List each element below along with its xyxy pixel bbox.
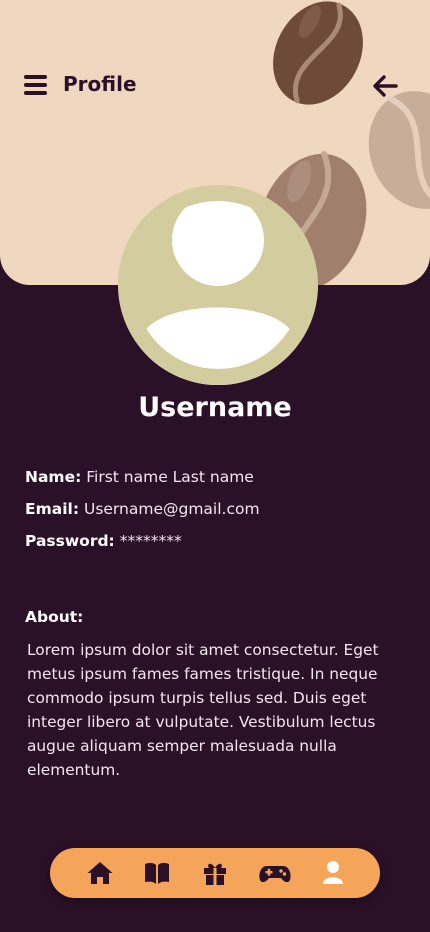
name-label: Name: xyxy=(25,468,82,486)
about-label: About: xyxy=(25,608,84,626)
email-label: Email: xyxy=(25,500,80,518)
email-row: Email: Username@gmail.com xyxy=(25,500,260,518)
name-value: First name Last name xyxy=(86,468,254,486)
about-text: Lorem ipsum dolor sit amet consectetur. … xyxy=(27,641,379,779)
password-value: ******** xyxy=(119,532,182,550)
password-row: Password: ******** xyxy=(25,532,182,550)
arrow-left-icon[interactable] xyxy=(372,74,398,98)
user-avatar-placeholder-icon xyxy=(118,185,318,385)
hamburger-menu-icon[interactable] xyxy=(24,74,48,96)
gamepad-icon[interactable] xyxy=(258,860,292,886)
name-row: Name: First name Last name xyxy=(25,468,254,486)
home-icon[interactable] xyxy=(86,860,114,886)
bottom-nav xyxy=(50,848,380,898)
user-icon[interactable] xyxy=(319,860,347,886)
username: Username xyxy=(138,392,292,423)
email-value: Username@gmail.com xyxy=(83,500,260,518)
book-icon[interactable] xyxy=(143,860,171,886)
page-title: Profile xyxy=(63,72,137,96)
password-label: Password: xyxy=(25,532,115,550)
gift-icon[interactable] xyxy=(201,860,229,886)
avatar[interactable] xyxy=(118,185,318,385)
